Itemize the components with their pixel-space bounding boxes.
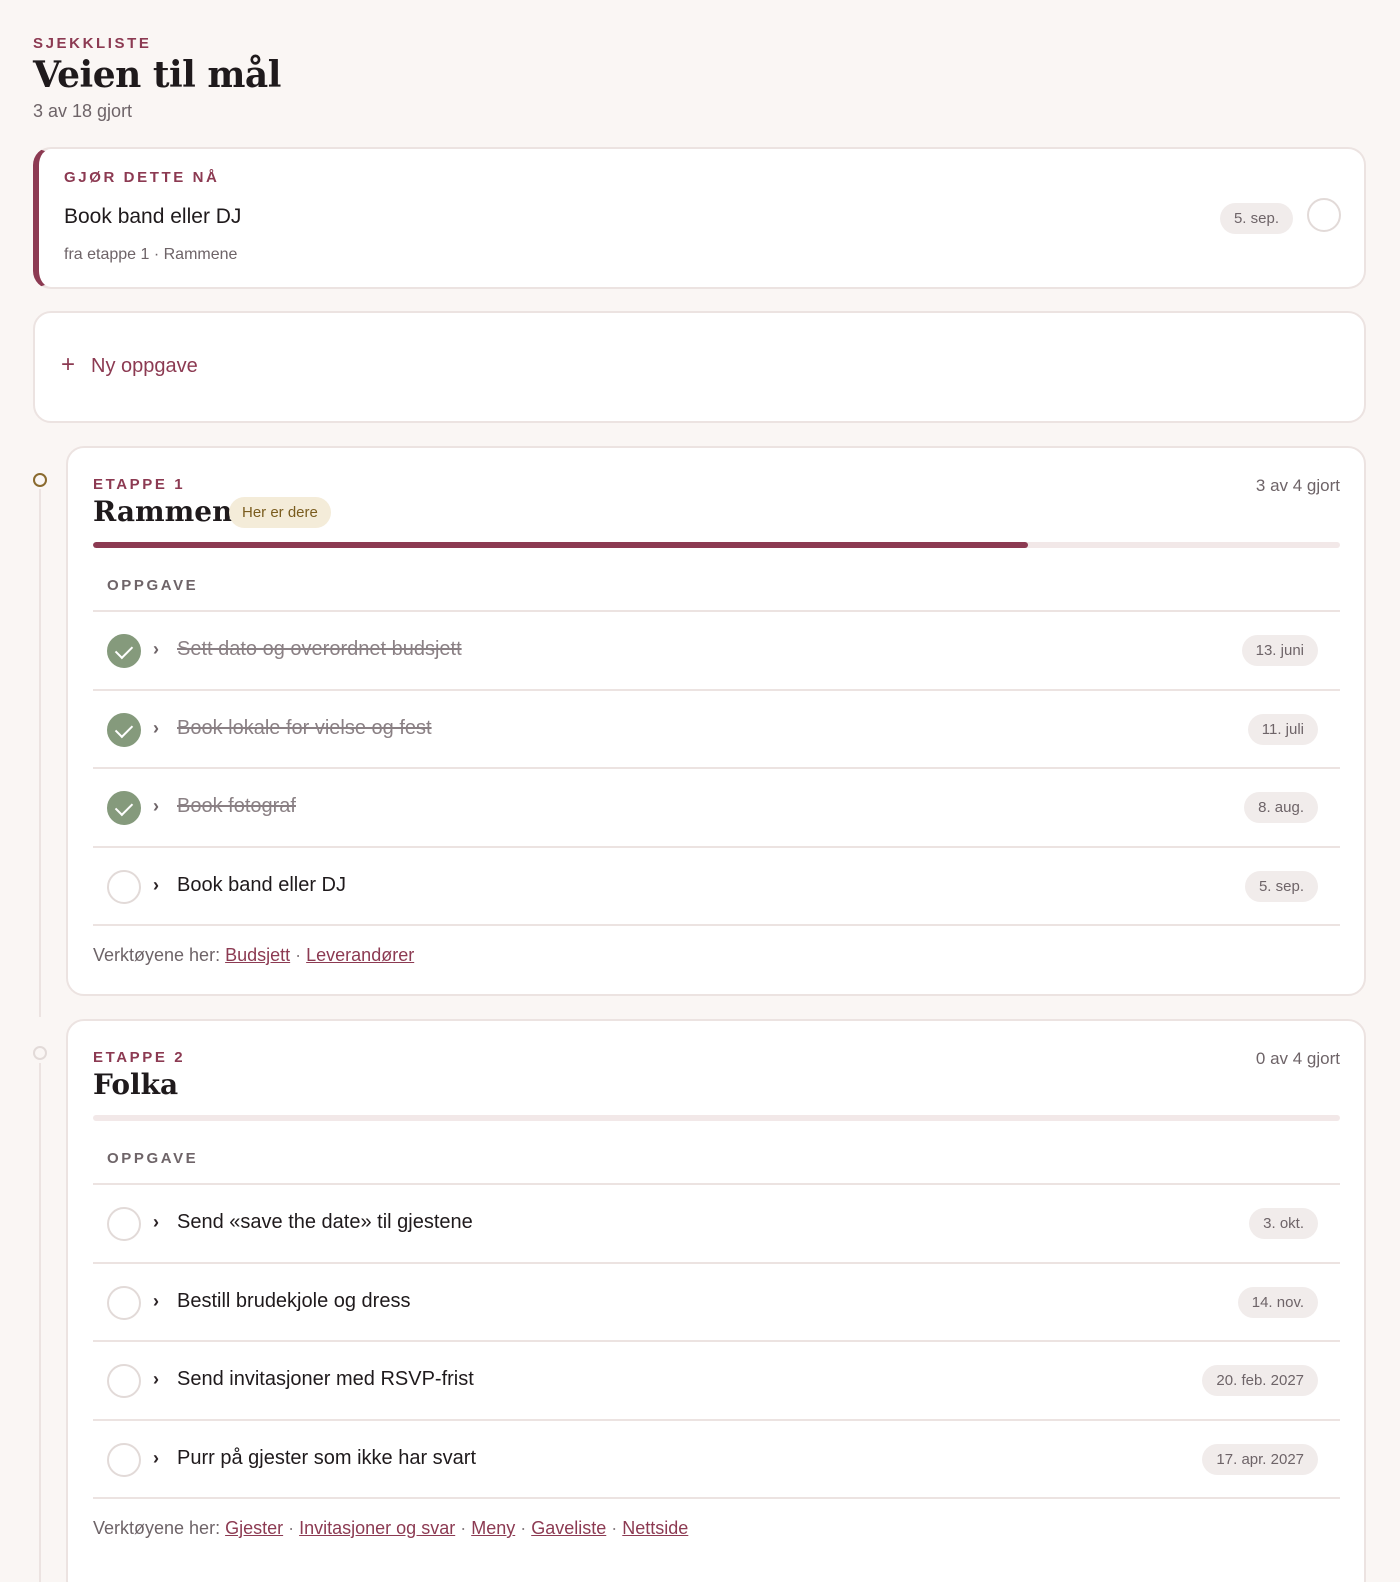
task-due-date: 17. apr. 2027: [1202, 1443, 1318, 1475]
tools-separator: ·: [611, 1518, 618, 1538]
stage-progress-bar: [93, 1115, 1340, 1121]
task-label[interactable]: Book lokale for vielse og fest: [177, 717, 432, 740]
stage-title: Rammene: [93, 495, 251, 528]
current-stage-badge: Her er dere: [229, 497, 331, 528]
stage-eyebrow: ETAPPE 1: [93, 476, 186, 493]
stage-progress-text: 3 av 4 gjort: [1255, 476, 1340, 495]
tool-link-gaveliste[interactable]: Gaveliste: [531, 1518, 606, 1538]
stage-card-1: ETAPPE 1 Rammene Her er dere 3 av 4 gjor…: [66, 446, 1366, 996]
tools-label: Verktøyene her:: [93, 1518, 221, 1538]
task-list-end-divider: [93, 924, 1340, 926]
timeline-dot-upcoming: [33, 1046, 47, 1060]
new-task-button[interactable]: + Ny oppgave: [33, 311, 1366, 423]
task-checkbox[interactable]: [107, 634, 141, 668]
task-label[interactable]: Book band eller DJ: [177, 874, 346, 897]
do-now-eyebrow: GJØR DETTE NÅ: [64, 169, 220, 186]
task-row: › Send «save the date» til gjestene 3. o…: [93, 1183, 1340, 1262]
task-checkbox[interactable]: [107, 1364, 141, 1398]
task-checkbox[interactable]: [107, 1285, 141, 1320]
task-due-date: 5. sep.: [1244, 870, 1318, 902]
tools-separator: ·: [295, 945, 302, 965]
task-due-date: 3. okt.: [1249, 1208, 1318, 1239]
task-row: › Send invitasjoner med RSVP-frist 20. f…: [93, 1340, 1340, 1419]
task-label[interactable]: Send «save the date» til gjestene: [177, 1211, 473, 1234]
task-checkbox[interactable]: [107, 791, 141, 825]
chevron-right-icon[interactable]: ›: [153, 1212, 159, 1233]
task-label[interactable]: Purr på gjester som ikke har svart: [177, 1447, 476, 1470]
task-due-date: 14. nov.: [1237, 1286, 1318, 1318]
page-title: Veien til mål: [33, 54, 281, 96]
do-now-source: fra etappe 1 · Rammene: [64, 246, 238, 263]
tools-separator: ·: [520, 1518, 527, 1538]
task-row: › Purr på gjester som ikke har svart 17.…: [93, 1418, 1340, 1498]
timeline-line-stage-1: [39, 489, 41, 1017]
do-now-task-title[interactable]: Book band eller DJ: [64, 205, 241, 229]
task-label[interactable]: Bestill brudekjole og dress: [177, 1290, 410, 1313]
tool-link-leverandorer[interactable]: Leverandører: [306, 945, 414, 965]
task-checkbox[interactable]: [107, 869, 141, 904]
stage-progress-text: 0 av 4 gjort: [1255, 1049, 1340, 1068]
task-due-date: 8. aug.: [1244, 792, 1318, 823]
tools-label: Verktøyene her:: [93, 945, 221, 965]
chevron-right-icon[interactable]: ›: [153, 1291, 159, 1312]
chevron-right-icon[interactable]: ›: [153, 639, 159, 660]
task-list: › Sett dato og overordnet budsjett 13. j…: [93, 610, 1340, 926]
tool-link-budsjett[interactable]: Budsjett: [225, 945, 290, 965]
do-now-complete-checkbox[interactable]: [1307, 198, 1341, 232]
chevron-right-icon[interactable]: ›: [153, 796, 159, 817]
stage-eyebrow: ETAPPE 2: [93, 1049, 186, 1066]
tools-separator: ·: [288, 1518, 295, 1538]
task-list-end-divider: [93, 1497, 1340, 1499]
timeline-line-stage-2: [39, 1063, 41, 1582]
stage-tools: Verktøyene her: Budsjett · Leverandører: [93, 945, 414, 966]
page-eyebrow: SJEKKLISTE: [33, 35, 152, 52]
plus-icon: +: [61, 351, 76, 378]
task-checkbox[interactable]: [107, 712, 141, 747]
chevron-right-icon[interactable]: ›: [153, 718, 159, 739]
task-due-date: 20. feb. 2027: [1202, 1365, 1318, 1396]
task-label[interactable]: Send invitasjoner med RSVP-frist: [177, 1368, 474, 1391]
task-checkbox[interactable]: [107, 1442, 141, 1477]
chevron-right-icon[interactable]: ›: [153, 1448, 159, 1469]
task-due-date: 13. juni: [1241, 635, 1318, 666]
stage-title: Folka: [93, 1068, 179, 1101]
tools-separator: ·: [460, 1518, 467, 1538]
stage-progress-bar: [93, 542, 1340, 548]
overall-progress-text: 3 av 18 gjort: [33, 101, 133, 121]
tool-link-invitasjoner[interactable]: Invitasjoner og svar: [299, 1518, 455, 1538]
chevron-right-icon[interactable]: ›: [153, 875, 159, 896]
tool-link-nettside[interactable]: Nettside: [622, 1518, 688, 1538]
task-row: › Book lokale for vielse og fest 11. jul…: [93, 688, 1340, 768]
tool-link-gjester[interactable]: Gjester: [225, 1518, 283, 1538]
task-label[interactable]: Sett dato og overordnet budsjett: [177, 638, 462, 661]
task-row: › Sett dato og overordnet budsjett 13. j…: [93, 610, 1340, 689]
checklist-page: SJEKKLISTE Veien til mål 3 av 18 gjort G…: [0, 0, 1400, 1582]
stage-card-2: ETAPPE 2 Folka 0 av 4 gjort OPPGAVE › Se…: [66, 1019, 1366, 1582]
stage-progress-fill: [93, 542, 1029, 548]
new-task-label: Ny oppgave: [91, 355, 198, 377]
tool-link-meny[interactable]: Meny: [471, 1518, 515, 1538]
task-due-date: 11. juli: [1247, 713, 1318, 745]
task-label[interactable]: Book fotograf: [177, 795, 296, 818]
task-checkbox[interactable]: [107, 1207, 141, 1241]
stage-tools: Verktøyene her: Gjester · Invitasjoner og …: [93, 1518, 688, 1539]
timeline-dot-current: [33, 473, 47, 487]
do-now-card: GJØR DETTE NÅ Book band eller DJ fra eta…: [33, 147, 1366, 289]
task-column-header: OPPGAVE: [107, 1150, 199, 1167]
task-row: › Bestill brudekjole og dress 14. nov.: [93, 1261, 1340, 1341]
task-row: › Book fotograf 8. aug.: [93, 767, 1340, 846]
do-now-due-date: 5. sep.: [1219, 203, 1293, 234]
task-row: › Book band eller DJ 5. sep.: [93, 845, 1340, 925]
task-column-header: OPPGAVE: [107, 577, 199, 594]
task-list: › Send «save the date» til gjestene 3. o…: [93, 1183, 1340, 1499]
chevron-right-icon[interactable]: ›: [153, 1369, 159, 1390]
